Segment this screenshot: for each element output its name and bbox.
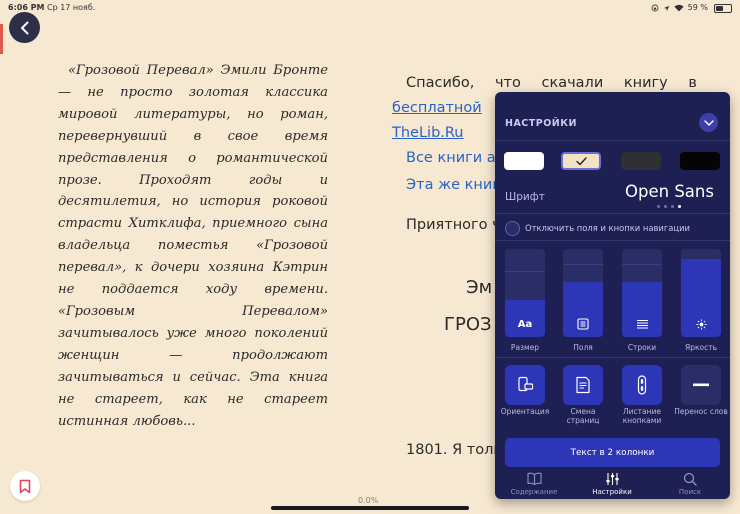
page-dot-active <box>678 205 681 208</box>
page-turn-label: Смена страниц <box>566 407 600 425</box>
pleasant-reading-text: Приятного ч <box>406 217 501 233</box>
thanks-word: Спасибо, <box>406 75 475 91</box>
divider <box>495 357 730 358</box>
line-spacing-label: Строки <box>627 343 657 352</box>
slider-tick <box>622 264 662 265</box>
sliders-icon <box>605 473 619 485</box>
slider-tick <box>563 264 603 265</box>
status-indicators: 59 % <box>651 0 732 16</box>
hyphen-icon <box>693 383 709 387</box>
collapse-settings-button[interactable] <box>699 113 718 132</box>
volume-paging-label: Листание кнопками <box>622 407 662 425</box>
orientation-lock-icon <box>651 4 659 12</box>
all-books-link[interactable]: Все книги ав <box>406 150 504 166</box>
disable-margins-label: Отключить поля и кнопки навигации <box>525 223 690 233</box>
margins-label: Поля <box>573 343 593 352</box>
book-icon <box>526 472 542 485</box>
nav-search[interactable]: Поиск <box>651 470 729 499</box>
line-spacing-slider[interactable] <box>622 249 662 337</box>
page-turn-icon <box>576 376 590 394</box>
wifi-icon <box>674 4 684 12</box>
orientation-button[interactable] <box>505 365 545 405</box>
theme-black-swatch[interactable] <box>680 152 720 170</box>
location-icon <box>663 5 669 11</box>
battery-percent: 59 % <box>687 3 708 12</box>
font-size-slider[interactable]: Aa <box>505 249 545 337</box>
battery-icon <box>714 3 732 13</box>
font-page-dots <box>657 205 681 208</box>
nav-contents[interactable]: Содержание <box>495 470 573 499</box>
disable-margins-toggle[interactable] <box>505 221 520 236</box>
page-turn-button[interactable] <box>563 365 603 405</box>
brightness-label: Яркость <box>684 343 717 352</box>
font-size-label: Размер <box>510 343 540 352</box>
chevron-left-icon <box>20 21 28 34</box>
status-bar: 6:06 PM Ср 17 нояб. 59 % <box>0 0 740 16</box>
chapter-start-text: 1801. Я толь <box>406 442 502 458</box>
hyphenation-button[interactable] <box>681 365 721 405</box>
font-label: Шрифт <box>505 191 545 203</box>
reading-progress: 0.0% <box>358 496 379 505</box>
back-button[interactable] <box>9 12 40 43</box>
settings-title: НАСТРОЙКИ <box>505 118 577 129</box>
font-size-icon: Aa <box>517 318 533 330</box>
nav-settings-label: Настройки <box>592 488 632 496</box>
page-dot <box>657 205 660 208</box>
book-annotation-text: «Грозовой Перевал» Эмили Бронте — не про… <box>58 63 328 429</box>
status-date: Ср 17 нояб. <box>47 3 96 12</box>
book-title-heading: ГРОЗ <box>444 314 492 335</box>
author-heading: Эм <box>466 277 493 298</box>
sun-icon <box>695 318 707 330</box>
reading-position-marker <box>0 24 3 54</box>
brightness-slider[interactable] <box>681 249 721 337</box>
settings-header: НАСТРОЙКИ <box>495 92 730 142</box>
home-indicator[interactable] <box>271 506 469 510</box>
margins-icon <box>577 318 589 330</box>
checkmark-icon <box>575 156 587 165</box>
nav-icon-wrap <box>495 472 573 486</box>
chevron-down-icon <box>703 119 714 126</box>
nav-settings[interactable]: Настройки <box>573 470 651 499</box>
settings-panel: НАСТРОЙКИ Шрифт Open Sans Отключить поля… <box>495 92 730 499</box>
bookmark-icon <box>19 479 31 493</box>
nav-icon-wrap <box>651 472 729 486</box>
bookmark-button[interactable] <box>10 471 40 501</box>
hyphenation-label: Перенос слов <box>674 407 728 416</box>
page-dot <box>664 205 667 208</box>
nav-icon-wrap <box>573 472 651 486</box>
brightness-icon-wrap <box>681 317 721 331</box>
search-icon <box>683 472 697 486</box>
battery-level <box>716 5 724 11</box>
theme-white-swatch[interactable] <box>504 152 544 170</box>
divider <box>495 213 730 214</box>
lines-icon <box>636 319 648 329</box>
volume-buttons-icon <box>637 375 647 395</box>
orientation-label: Ориентация <box>500 407 550 416</box>
same-book-link[interactable]: Эта же книга <box>406 177 509 193</box>
font-selector[interactable]: Open Sans <box>625 182 714 201</box>
orientation-icon <box>518 376 534 392</box>
volume-buttons-paging-button[interactable] <box>622 365 662 405</box>
theme-gray-swatch[interactable] <box>621 152 661 170</box>
page-dot <box>671 205 674 208</box>
margins-icon-wrap <box>563 317 603 331</box>
two-columns-button[interactable]: Текст в 2 колонки <box>505 438 720 467</box>
settings-bottom-nav: Содержание Настройки Поиск <box>495 470 730 499</box>
margins-slider[interactable] <box>563 249 603 337</box>
nav-search-label: Поиск <box>678 488 702 496</box>
lines-icon-wrap <box>622 317 662 331</box>
theme-sepia-swatch[interactable] <box>561 152 601 170</box>
divider <box>495 240 730 241</box>
divider <box>495 140 730 141</box>
nav-contents-label: Содержание <box>510 488 558 496</box>
slider-tick <box>505 271 545 272</box>
